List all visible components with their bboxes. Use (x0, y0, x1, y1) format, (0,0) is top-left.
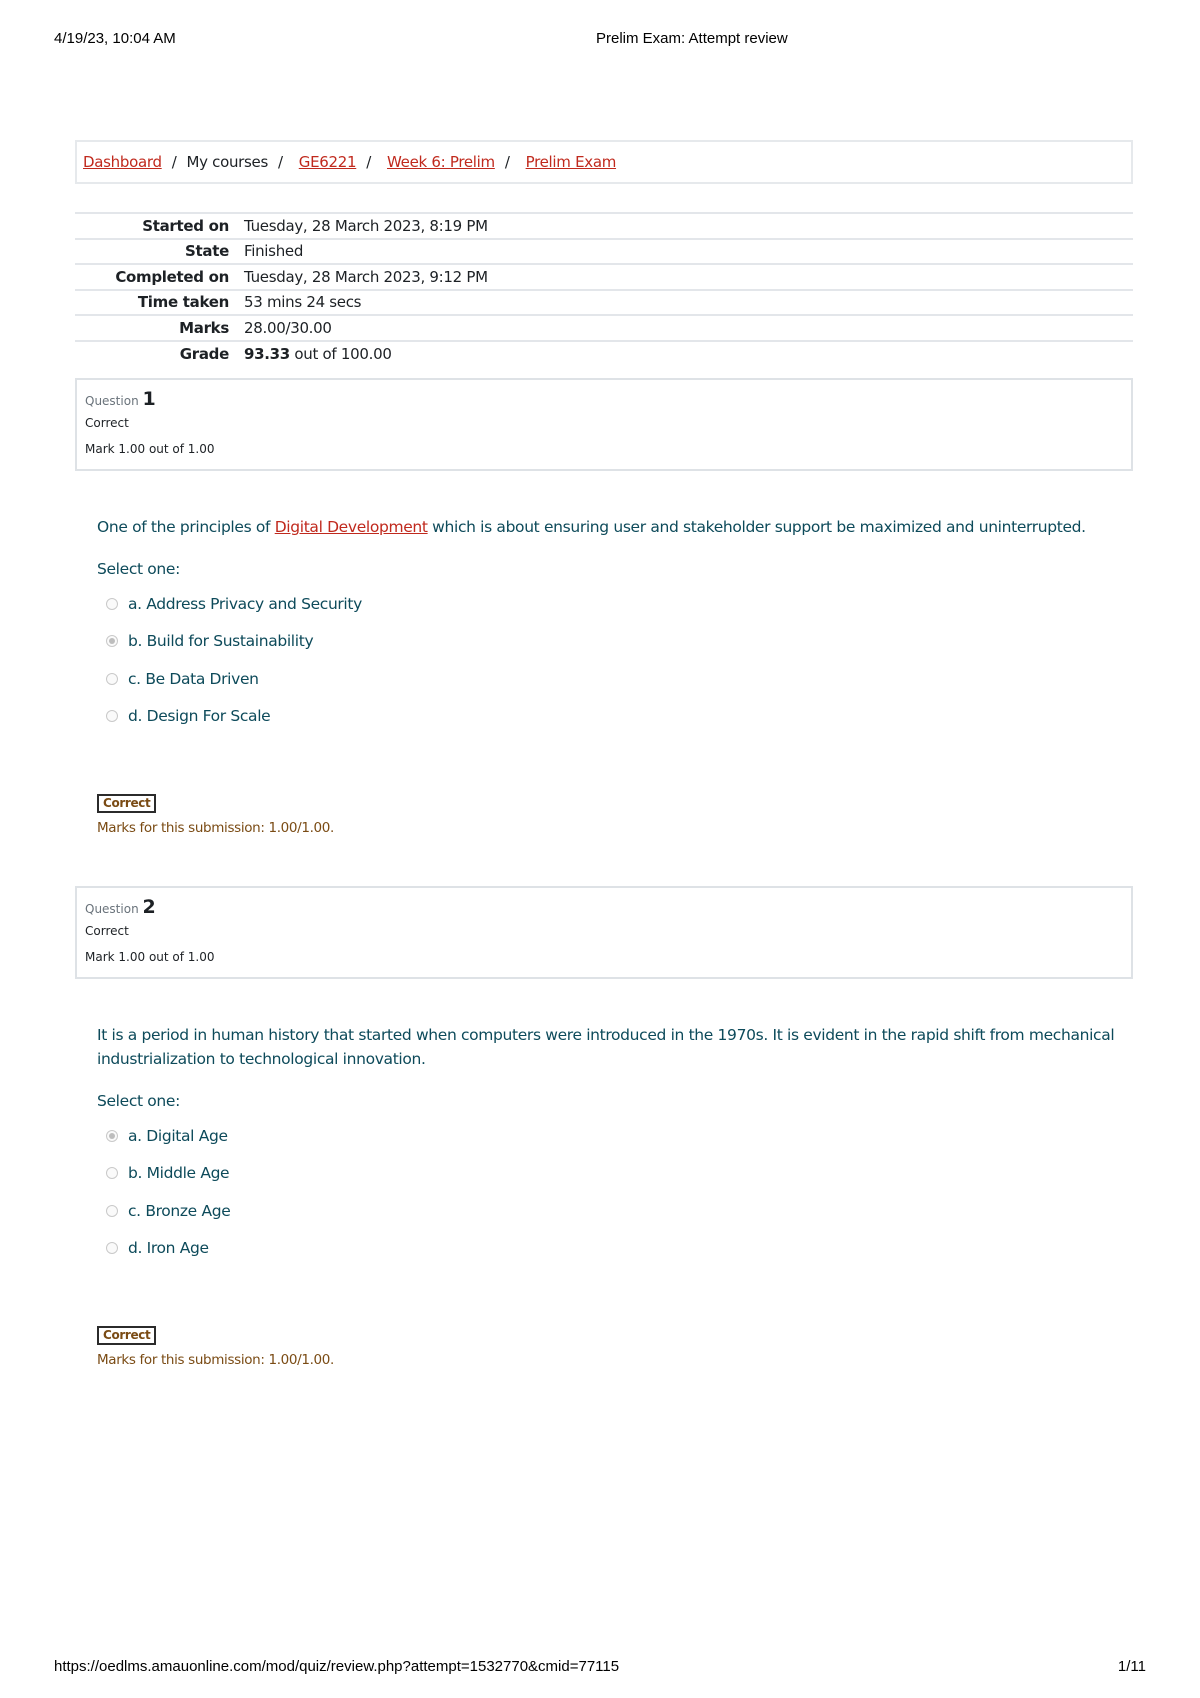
breadcrumb-dashboard[interactable]: Dashboard (83, 153, 162, 171)
summary-label: Grade (179, 344, 230, 363)
answer-option[interactable]: d. Design For Scale (97, 698, 1133, 736)
question-text: It is a period in human history that sta… (97, 1026, 1115, 1068)
submission-marks: Marks for this submission: 1.00/1.00. (97, 1352, 334, 1368)
question-content-1: One of the principles of Digital Develop… (75, 515, 1133, 840)
attempt-summary-table: Started on Tuesday, 28 March 2023, 8:19 … (75, 212, 1133, 366)
summary-row-started: Started on Tuesday, 28 March 2023, 8:19 … (75, 213, 1133, 239)
breadcrumb-separator: / (278, 153, 283, 171)
print-url: https://oedlms.amauonline.com/mod/quiz/r… (54, 1658, 620, 1675)
question-number: Question 1 (85, 388, 1123, 410)
radio-icon[interactable] (106, 1204, 118, 1217)
correct-badge: Correct (97, 1326, 157, 1345)
glossary-link[interactable]: Digital Development (275, 518, 428, 536)
summary-value: 53 mins 24 secs (244, 293, 362, 312)
answer-option[interactable]: c. Be Data Driven (97, 660, 1133, 698)
answer-prompt: Select one: (97, 1092, 180, 1110)
radio-icon[interactable] (106, 672, 118, 685)
question-outcome: Correct Marks for this submission: 1.00/… (97, 790, 1133, 840)
grade-out-of: out of 100.00 (289, 344, 392, 363)
summary-value: Tuesday, 28 March 2023, 8:19 PM (244, 216, 488, 235)
summary-row-state: State Finished (75, 238, 1133, 265)
question-text: One of the principles of Digital Develop… (97, 515, 1133, 539)
summary-value: Tuesday, 28 March 2023, 9:12 PM (244, 267, 488, 286)
question-outcome: Correct Marks for this submission: 1.00/… (97, 1322, 1133, 1372)
question-grade: Mark 1.00 out of 1.00 (85, 950, 215, 964)
radio-icon[interactable] (106, 1242, 118, 1255)
breadcrumb-course[interactable]: GE6221 (299, 153, 357, 171)
answer-option[interactable]: d. Iron Age (97, 1230, 1133, 1268)
radio-selected-icon[interactable] (106, 635, 118, 648)
answer-options: a. Address Privacy and Security b. Build… (97, 585, 1133, 735)
option-label: c. Be Data Driven (128, 669, 259, 688)
option-label: a. Digital Age (128, 1126, 228, 1145)
answer-prompt: Select one: (97, 560, 180, 578)
question-label: Question (85, 902, 139, 916)
question-number: Question 2 (85, 896, 1123, 918)
page-content: Dashboard / My courses / GE6221 / Week 6… (75, 140, 1133, 1372)
summary-row-marks: Marks 28.00/30.00 (75, 315, 1133, 341)
breadcrumb: Dashboard / My courses / GE6221 / Week 6… (75, 140, 1133, 184)
option-label: b. Middle Age (128, 1164, 230, 1183)
question-label: Question (85, 394, 139, 408)
radio-icon[interactable] (106, 1167, 118, 1180)
breadcrumb-week[interactable]: Week 6: Prelim (387, 153, 495, 171)
question-info-1: Question 1 Correct Mark 1.00 out of 1.00 (75, 378, 1133, 471)
summary-value: Finished (244, 242, 304, 261)
question-content-2: It is a period in human history that sta… (75, 1023, 1133, 1372)
answer-options: a. Digital Age b. Middle Age c. Bronze A… (97, 1117, 1133, 1267)
answer-option[interactable]: b. Build for Sustainability (97, 623, 1133, 661)
answer-option[interactable]: b. Middle Age (97, 1155, 1133, 1193)
summary-value: 93.33 out of 100.00 (244, 341, 1133, 367)
option-label: d. Iron Age (128, 1239, 209, 1258)
summary-row-completed: Completed on Tuesday, 28 March 2023, 9:1… (75, 264, 1133, 290)
answer-option[interactable]: a. Address Privacy and Security (97, 585, 1133, 623)
correct-badge: Correct (97, 794, 157, 813)
breadcrumb-separator: / (171, 153, 177, 171)
radio-icon[interactable] (106, 597, 118, 610)
summary-row-time-taken: Time taken 53 mins 24 secs (75, 289, 1133, 316)
option-label: c. Bronze Age (128, 1201, 231, 1220)
answer-option[interactable]: a. Digital Age (97, 1117, 1133, 1155)
print-page-number: 1/11 (1117, 1658, 1146, 1675)
summary-label: Marks (179, 318, 229, 337)
print-datetime: 4/19/23, 10:04 AM (54, 30, 176, 47)
summary-label: Completed on (115, 267, 229, 286)
question-number-value: 1 (142, 388, 156, 410)
summary-value: 28.00/30.00 (244, 318, 332, 337)
print-page-title: Prelim Exam: Attempt review (596, 30, 788, 47)
question-number-value: 2 (142, 896, 156, 918)
question-state: Correct (85, 416, 129, 430)
option-label: b. Build for Sustainability (128, 632, 314, 651)
summary-label: State (185, 242, 229, 261)
answer-option[interactable]: c. Bronze Age (97, 1192, 1133, 1230)
submission-marks: Marks for this submission: 1.00/1.00. (97, 820, 334, 836)
question-info-2: Question 2 Correct Mark 1.00 out of 1.00 (75, 886, 1133, 979)
option-label: a. Address Privacy and Security (128, 594, 362, 613)
radio-selected-icon[interactable] (106, 1129, 118, 1142)
question-text-part: which is about ensuring user and stakeho… (427, 518, 1086, 536)
question-state: Correct (85, 924, 129, 938)
question-text-part: One of the principles of (97, 518, 275, 536)
summary-label: Started on (142, 216, 229, 235)
radio-icon[interactable] (106, 710, 118, 723)
breadcrumb-separator: / (366, 153, 372, 171)
breadcrumb-quiz[interactable]: Prelim Exam (526, 153, 617, 171)
grade-score: 93.33 (244, 344, 290, 363)
question-grade: Mark 1.00 out of 1.00 (85, 442, 215, 456)
summary-row-grade: Grade 93.33 out of 100.00 (75, 340, 1133, 367)
summary-label: Time taken (137, 293, 229, 312)
breadcrumb-my-courses: My courses (186, 153, 268, 171)
breadcrumb-separator: / (504, 153, 510, 171)
option-label: d. Design For Scale (128, 707, 271, 726)
